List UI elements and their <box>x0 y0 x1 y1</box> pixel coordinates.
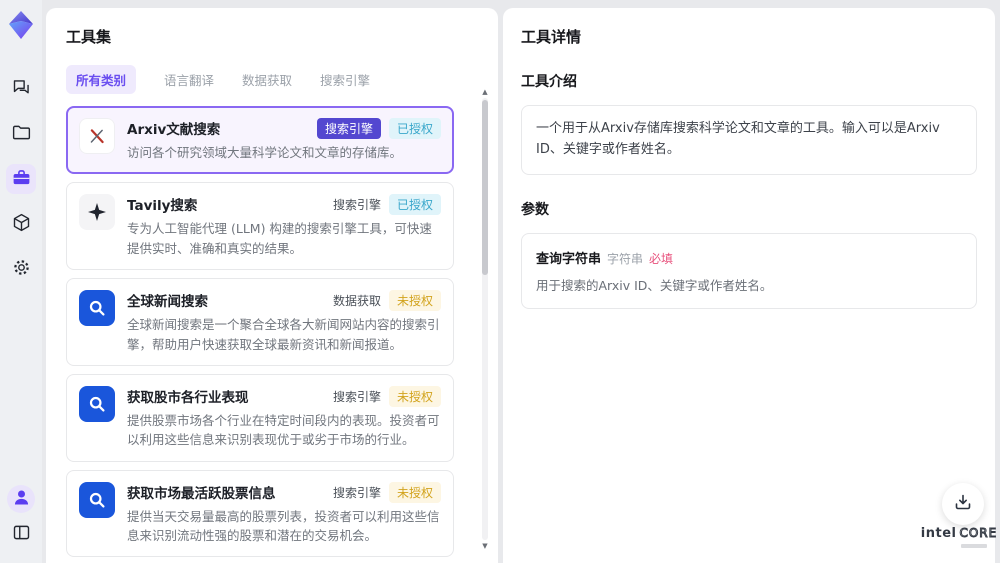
tool-icon <box>79 385 115 422</box>
scrollbar-up-arrow[interactable]: ▲ <box>481 88 489 96</box>
download-tray-icon <box>954 493 972 515</box>
parameter-item: 查询字符串 字符串 必填 用于搜索的Arxiv ID、关键字或作者姓名。 <box>536 248 962 294</box>
tool-icon <box>79 290 115 327</box>
details-panel: 工具详情 工具介绍 一个用于从Arxiv存储库搜索科学论文和文章的工具。输入可以… <box>503 8 995 563</box>
tool-icon <box>79 194 115 231</box>
tool-description: 提供股票市场各个行业在特定时间段内的表现。投资者可以利用这些信息来识别表现优于或… <box>127 412 440 448</box>
tool-list-item[interactable]: 获取市场最活跃股票信息 搜索引擎 未授权 提供当天交易量最高的股票列表，投资者可… <box>66 469 454 558</box>
details-panel-title: 工具详情 <box>521 28 582 46</box>
tool-description: 全球新闻搜索是一个聚合全球各大新闻网站内容的搜索引擎，帮助用户快速获取全球最新资… <box>127 317 440 352</box>
tool-name: 获取股市各行业表现 <box>127 389 249 406</box>
tools-panel-title: 工具集 <box>66 28 112 46</box>
intel-core-logo: intel CORE <box>921 526 997 548</box>
user-icon <box>11 487 32 512</box>
auth-status-badge: 已授权 <box>388 118 441 139</box>
tool-icon <box>79 118 115 154</box>
app-logo <box>6 10 36 40</box>
tool-list-item[interactable]: 获取股市各行业表现 搜索引擎 未授权 提供股票市场各个行业在特定时间段内的表现。… <box>66 373 454 462</box>
category-badge: 搜索引擎 <box>316 118 381 139</box>
sidebar-item-packages[interactable] <box>6 209 36 239</box>
sidebar-item-chat[interactable] <box>6 74 36 104</box>
parameter-description: 用于搜索的Arxiv ID、关键字或作者姓名。 <box>536 277 773 293</box>
sidebar-item-account[interactable] <box>7 485 35 513</box>
intel-brand-text: intel <box>920 526 957 541</box>
sidebar-nav <box>6 74 36 284</box>
download-button[interactable] <box>942 483 984 525</box>
tool-badges: 搜索引擎 未授权 <box>332 481 441 503</box>
sidebar-item-toggle-panel[interactable] <box>6 519 36 549</box>
tool-name: 全球新闻搜索 <box>127 294 208 311</box>
intel-logo-sub-mark <box>961 544 987 548</box>
toolbox-icon <box>11 167 32 192</box>
scrollbar-down-arrow[interactable]: ▼ <box>481 542 489 550</box>
tool-list-item[interactable]: Arxiv文献搜索 搜索引擎 已授权 访问各个研究领域大量科学论文和文章的存储库… <box>66 106 454 175</box>
params-box: 查询字符串 字符串 必填 用于搜索的Arxiv ID、关键字或作者姓名。 <box>521 232 977 309</box>
tool-badges: 搜索引擎 已授权 <box>332 194 441 216</box>
intro-box: 一个用于从Arxiv存储库搜索科学论文和文章的工具。输入可以是Arxiv ID、… <box>521 105 977 175</box>
category-badge: 搜索引擎 <box>332 485 381 500</box>
category-badge: 搜索引擎 <box>332 389 381 404</box>
tool-description: 访问各个研究领域大量科学论文和文章的存储库。 <box>127 145 403 160</box>
tool-list-item[interactable]: 全球新闻搜索 数据获取 未授权 全球新闻搜索是一个聚合全球各大新闻网站内容的搜索… <box>66 278 454 366</box>
parameter-required-flag: 必填 <box>649 251 674 266</box>
intro-heading: 工具介绍 <box>521 74 577 90</box>
folder-icon <box>11 122 32 147</box>
category-badge: 搜索引擎 <box>332 198 381 213</box>
auth-status-badge: 已授权 <box>388 194 441 216</box>
tool-name: 获取市场最活跃股票信息 <box>127 485 276 502</box>
params-heading: 参数 <box>521 201 549 218</box>
tool-description: 专为人工智能代理 (LLM) 构建的搜索引擎工具，可快速提供实时、准确和真实的结… <box>127 221 432 256</box>
panel-layout-icon <box>11 522 32 547</box>
app-window: 工具集 所有类别 语言翻译 数据获取 搜索引擎 Arxiv文献搜索 搜索引擎 已授权 … <box>0 0 1000 563</box>
category-tab[interactable]: 数据获取 <box>242 70 292 89</box>
parameter-type: 字符串 <box>607 251 644 266</box>
category-tab[interactable]: 所有类别 <box>66 65 137 94</box>
tools-panel: 工具集 所有类别 语言翻译 数据获取 搜索引擎 Arxiv文献搜索 搜索引擎 已授权 … <box>46 8 498 563</box>
tool-name: Tavily搜索 <box>127 198 198 215</box>
list-scrollbar[interactable]: ▲ ▼ <box>481 88 489 552</box>
sidebar-item-tools[interactable] <box>6 164 36 194</box>
auth-status-badge: 未授权 <box>388 481 441 503</box>
tool-badges: 数据获取 未授权 <box>332 290 441 312</box>
tool-badges: 搜索引擎 已授权 <box>316 118 441 139</box>
chat-icon <box>11 77 32 102</box>
sidebar-bottom <box>6 485 36 549</box>
category-tabs: 所有类别 语言翻译 数据获取 搜索引擎 <box>66 65 478 94</box>
category-tab[interactable]: 搜索引擎 <box>320 70 370 89</box>
sidebar <box>0 0 42 563</box>
tool-list-item[interactable]: Tavily搜索 搜索引擎 已授权 专为人工智能代理 (LLM) 构建的搜索引擎… <box>66 182 454 271</box>
category-badge: 数据获取 <box>332 294 381 309</box>
sidebar-item-settings[interactable] <box>6 254 36 284</box>
sidebar-item-files[interactable] <box>6 119 36 149</box>
auth-status-badge: 未授权 <box>388 290 441 312</box>
core-brand-text: CORE <box>959 526 998 541</box>
tool-badges: 搜索引擎 未授权 <box>332 385 441 407</box>
tool-name: Arxiv文献搜索 <box>127 122 221 138</box>
category-tab[interactable]: 语言翻译 <box>164 70 214 89</box>
tool-icon <box>79 481 115 518</box>
scrollbar-thumb[interactable] <box>482 100 488 275</box>
cube-icon <box>11 212 32 237</box>
gear-icon <box>11 257 32 282</box>
tool-list: Arxiv文献搜索 搜索引擎 已授权 访问各个研究领域大量科学论文和文章的存储库… <box>66 106 478 558</box>
auth-status-badge: 未授权 <box>388 385 441 407</box>
tool-description: 提供当天交易量最高的股票列表，投资者可以利用这些信息来识别流动性强的股票和潜在的… <box>127 508 440 543</box>
parameter-name: 查询字符串 <box>536 251 602 267</box>
